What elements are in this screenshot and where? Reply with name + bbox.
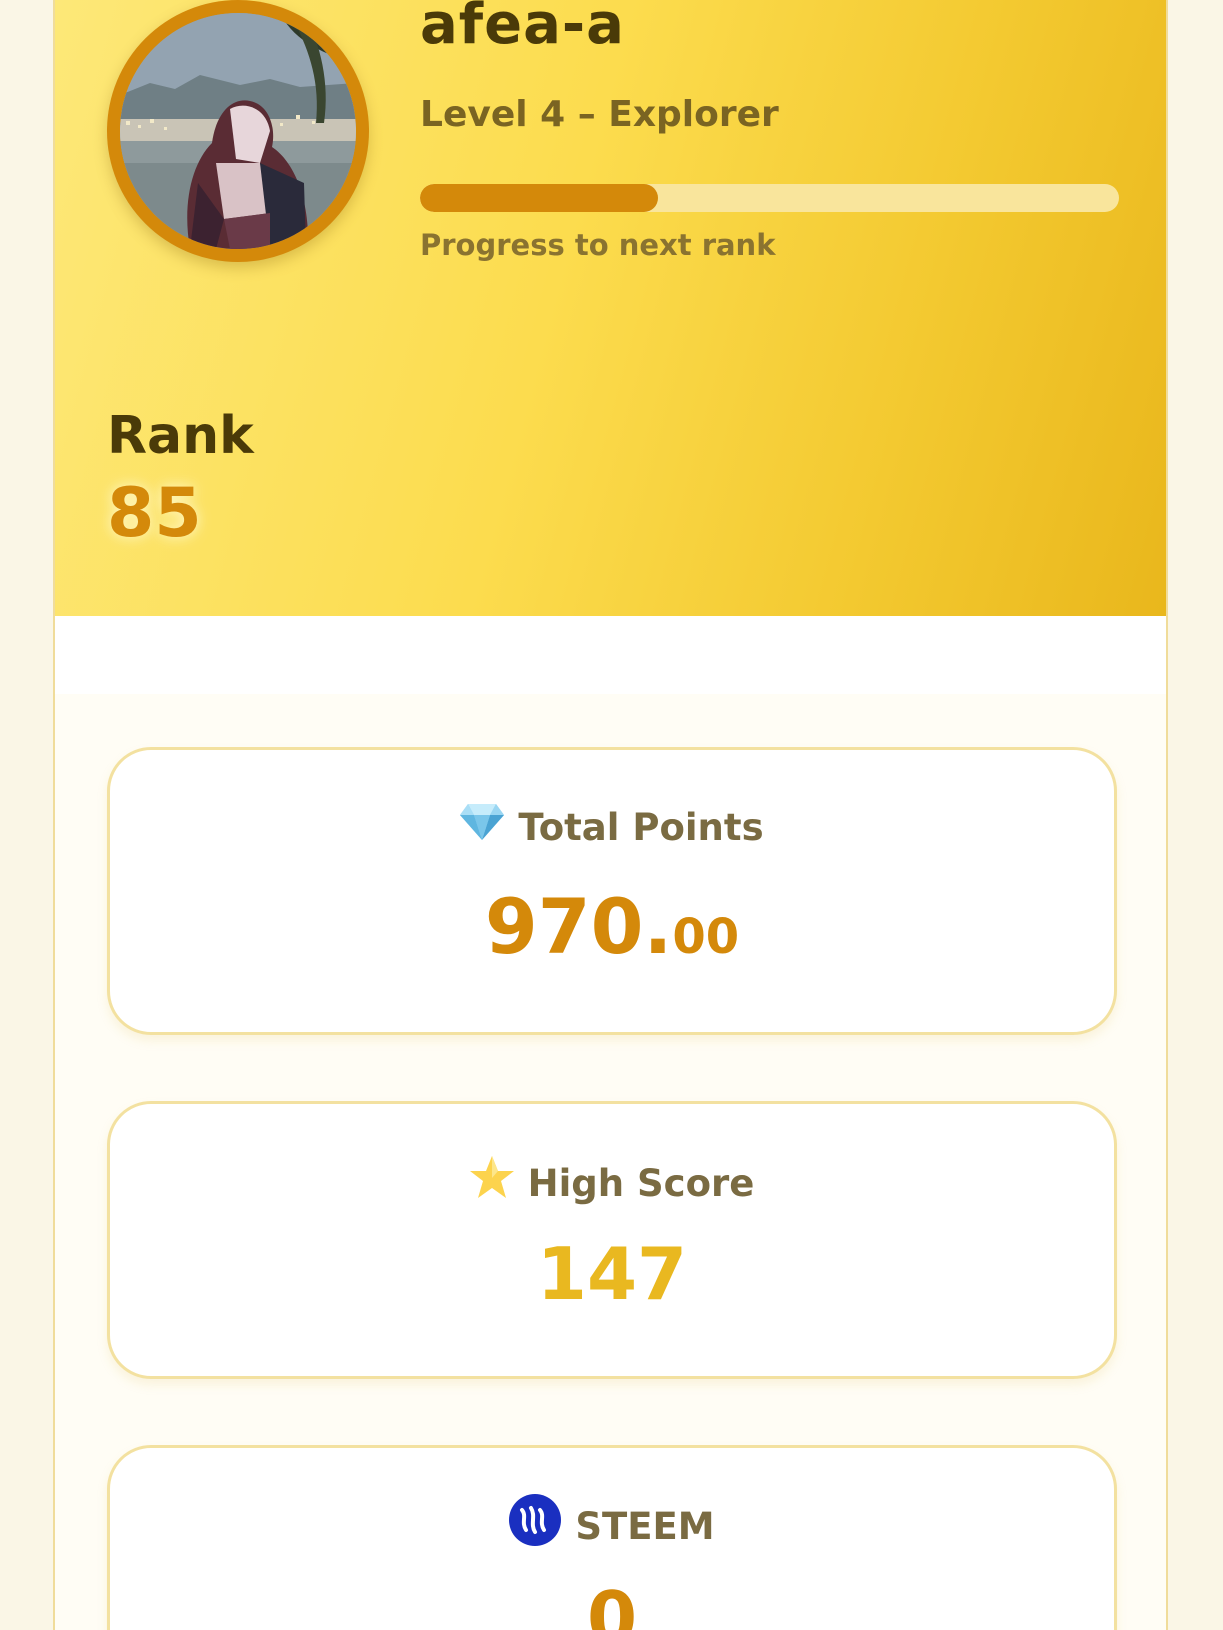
avatar-photo — [120, 13, 356, 249]
star-icon — [469, 1156, 514, 1207]
total-points-value: 970.00 — [110, 882, 1114, 971]
high-score-value: 147 — [536, 1232, 688, 1316]
rank-progress-fill — [420, 184, 658, 212]
total-points-card: Total Points 970.00 — [107, 747, 1117, 1035]
level-label: Level 4 – Explorer — [420, 94, 779, 135]
steem-label: STEEM — [575, 1505, 715, 1548]
steem-value: 0 — [586, 1576, 638, 1630]
rank-value: 85 — [107, 474, 202, 553]
header-divider — [55, 616, 1166, 694]
high-score-title: High Score — [110, 1156, 1114, 1211]
total-points-integer: 970. — [484, 882, 673, 971]
total-points-title: Total Points — [110, 804, 1114, 853]
rank-label: Rank — [107, 406, 254, 466]
steem-logo-icon — [509, 1494, 562, 1555]
total-points-decimal: 00 — [672, 909, 740, 965]
high-score-card: High Score 147 — [107, 1101, 1117, 1379]
total-points-label: Total Points — [518, 806, 764, 849]
avatar[interactable] — [107, 0, 369, 262]
rank-progress-bar — [420, 184, 1119, 212]
progress-label: Progress to next rank — [420, 228, 776, 262]
steem-title: STEEM — [110, 1494, 1114, 1559]
high-score-label: High Score — [527, 1162, 755, 1205]
avatar-image — [120, 13, 356, 249]
profile-header: afea-a Level 4 – Explorer Progress to ne… — [55, 0, 1166, 616]
steem-card: STEEM 0 — [107, 1445, 1117, 1630]
profile-card: afea-a Level 4 – Explorer Progress to ne… — [53, 0, 1168, 1630]
username: afea-a — [420, 0, 625, 57]
gem-icon — [460, 802, 505, 849]
